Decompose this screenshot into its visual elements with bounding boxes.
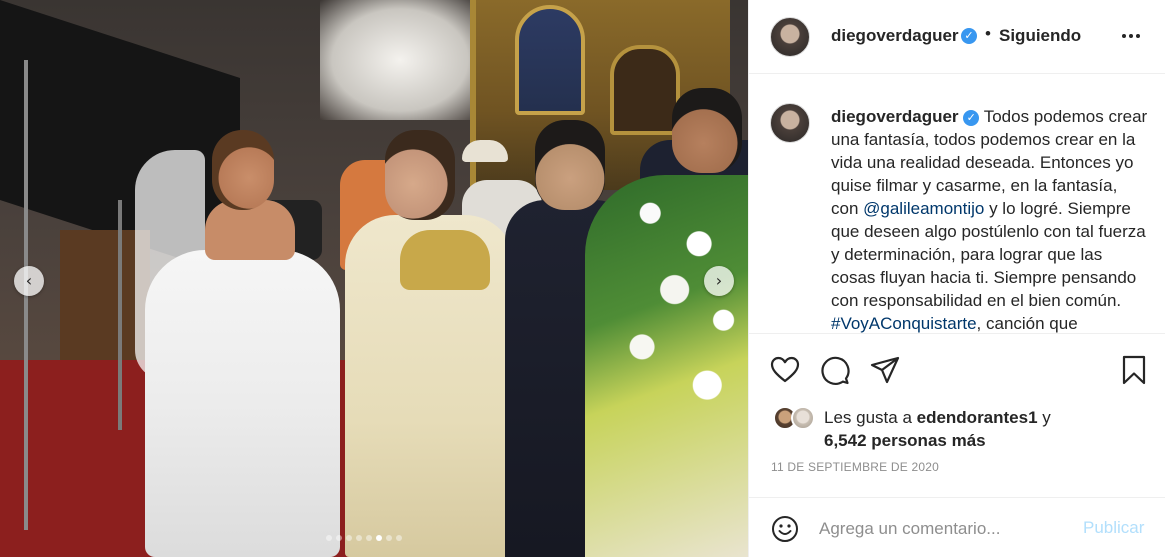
carousel-prev-button[interactable]: ‹ — [14, 266, 44, 296]
studio-light — [320, 0, 480, 120]
carousel-indicator — [326, 535, 402, 541]
carousel-dot — [366, 535, 372, 541]
bride — [212, 130, 274, 210]
groom — [535, 120, 605, 210]
comment-input[interactable] — [819, 514, 1069, 544]
carousel-dot — [396, 535, 402, 541]
crew-hat — [462, 140, 508, 162]
paper-plane-icon[interactable] — [869, 354, 901, 386]
caption-mention-link[interactable]: @galileamontijo — [863, 199, 984, 218]
liker-username[interactable]: edendorantes1 — [917, 408, 1038, 427]
priest — [385, 130, 455, 220]
more-options-icon[interactable] — [1119, 24, 1143, 48]
likes-text: Les gusta a edendorantes1 y 6,542 persona… — [824, 406, 1144, 452]
likes-summary: Les gusta a edendorantes1 y 6,542 persona… — [749, 403, 1165, 453]
liker-avatars[interactable] — [773, 406, 819, 432]
caption-text: , canción que — [976, 314, 1078, 333]
caption-area: diegoverdaguer ✓ Todos podemos crear una… — [749, 75, 1165, 334]
caption-author-username[interactable]: diegoverdaguer — [831, 107, 959, 126]
carousel-dot — [376, 535, 382, 541]
carousel-dot — [326, 535, 332, 541]
crew-member-right-head — [672, 88, 742, 173]
likes-prefix: Les gusta a — [824, 408, 917, 427]
post-actions — [749, 348, 1165, 388]
flower-arrangement — [585, 175, 748, 557]
post-header: diegoverdaguer ✓ • Siguiendo — [749, 0, 1165, 74]
caption-author-avatar[interactable] — [770, 103, 810, 143]
post-date[interactable]: 11 DE SEPTIEMBRE DE 2020 — [771, 460, 939, 474]
altar-painting — [610, 45, 680, 135]
priest-stole — [400, 230, 490, 290]
carousel-dot — [346, 535, 352, 541]
carousel-dot — [356, 535, 362, 541]
carousel-dot — [336, 535, 342, 541]
author-username[interactable]: diegoverdaguer — [831, 26, 959, 46]
bride-dress — [145, 250, 340, 557]
post-photo[interactable]: ‹ › — [0, 0, 748, 557]
caption-hashtag-link[interactable]: #VoyAConquistarte — [831, 314, 977, 333]
light-stand — [118, 200, 122, 430]
likes-count-link[interactable]: 6,542 personas más — [824, 431, 986, 450]
altar-niche — [515, 5, 585, 115]
emoji-icon[interactable] — [771, 515, 799, 543]
following-button[interactable]: Siguiendo — [999, 26, 1081, 46]
carousel-dot — [386, 535, 392, 541]
verified-badge-icon: ✓ — [961, 28, 977, 44]
comment-icon[interactable] — [819, 354, 851, 386]
comment-bar: Publicar — [749, 497, 1165, 557]
liker-avatar[interactable] — [791, 406, 815, 430]
likes-mid: y — [1037, 408, 1051, 427]
bookmark-icon[interactable] — [1118, 354, 1150, 386]
header-separator: • — [985, 24, 991, 43]
post-caption: diegoverdaguer ✓ Todos podemos crear una… — [831, 105, 1149, 333]
post-details-panel: diegoverdaguer ✓ • Siguiendo diegoverdag… — [748, 0, 1165, 557]
publish-button[interactable]: Publicar — [1083, 518, 1144, 538]
heart-icon[interactable] — [769, 354, 801, 386]
author-avatar[interactable] — [770, 17, 810, 57]
carousel-next-button[interactable]: › — [704, 266, 734, 296]
verified-badge-icon: ✓ — [963, 110, 980, 126]
